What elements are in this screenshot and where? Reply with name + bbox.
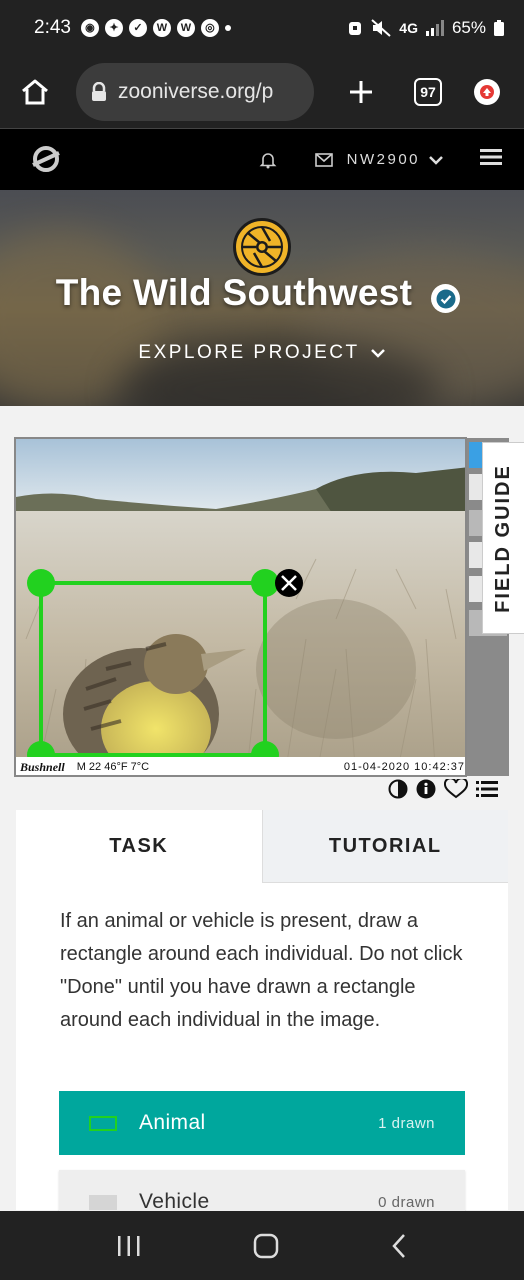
- username: NW2900: [346, 151, 420, 168]
- network-type: 4G: [399, 20, 418, 36]
- home-icon: [22, 79, 48, 105]
- tab-tutorial[interactable]: TUTORIAL: [261, 810, 508, 883]
- browser-toolbar: zooniverse.org/p 97: [0, 56, 524, 128]
- hamburger-menu[interactable]: [480, 149, 502, 170]
- choice-count: 1 drawn: [378, 1114, 435, 1132]
- url-text: zooniverse.org/p: [118, 80, 274, 103]
- task-panel: TASK TUTORIAL If an animal or vehicle is…: [16, 810, 508, 1234]
- url-bar[interactable]: zooniverse.org/p: [76, 63, 314, 121]
- photo-timestamp: 01-04-2020 10:42:37: [343, 761, 465, 773]
- menu-icon: [480, 149, 502, 165]
- battery-percent: 65%: [451, 18, 486, 37]
- site-nav: NW2900: [0, 128, 524, 190]
- update-button[interactable]: [474, 79, 500, 105]
- zooniverse-logo-icon: [32, 145, 60, 172]
- status-bar: 2:43 ◉ ✦ ✓ W W ◎ 4G 65%: [0, 0, 524, 56]
- project-logo[interactable]: [233, 218, 291, 276]
- project-hero: The Wild Southwest EXPLORE PROJECT: [0, 190, 524, 406]
- invert-icon[interactable]: [388, 779, 408, 799]
- signal-icon: [425, 20, 444, 36]
- mail-icon[interactable]: [314, 152, 333, 167]
- status-time: 2:43: [34, 17, 71, 38]
- instagram-icon: ◎: [200, 19, 219, 37]
- zooniverse-logo[interactable]: [30, 143, 64, 177]
- camera-info: M 22 46°F 7°C: [76, 761, 150, 773]
- check-icon: ✓: [128, 19, 147, 37]
- tab-task[interactable]: TASK: [16, 810, 262, 883]
- aperture-icon: [241, 226, 283, 268]
- explore-project-menu[interactable]: EXPLORE PROJECT: [0, 342, 524, 364]
- photo-info-strip: Bushnell M 22 46°F 7°C 01-04-2020 10:42:…: [16, 757, 465, 775]
- collections-list-icon[interactable]: [476, 780, 498, 798]
- webtoon-icon: W: [152, 19, 171, 37]
- messenger-icon: ✦: [104, 19, 123, 37]
- subject-meta-bar: [388, 779, 498, 799]
- lock-icon: [92, 82, 106, 101]
- tab-count: 97: [414, 78, 442, 106]
- home-nav-icon[interactable]: [253, 1233, 279, 1259]
- task-tabs: TASK TUTORIAL: [16, 810, 508, 883]
- discord-icon: ◉: [80, 19, 99, 37]
- choice-count: 0 drawn: [378, 1193, 435, 1211]
- system-nav-bar: [0, 1211, 524, 1280]
- choice-label: Animal: [139, 1111, 206, 1134]
- task-instructions: If an animal or vehicle is present, draw…: [60, 910, 463, 1031]
- recent-apps-icon[interactable]: [116, 1234, 142, 1258]
- field-guide-label: FIELD GUIDE: [492, 463, 515, 613]
- user-menu[interactable]: NW2900: [347, 151, 444, 168]
- battery-icon: [494, 20, 504, 36]
- plus-icon: [350, 81, 372, 103]
- alarm-icon: [349, 22, 362, 35]
- camera-brand: Bushnell: [20, 759, 65, 774]
- rectangle-swatch-icon: [89, 1194, 117, 1210]
- mute-icon: [371, 19, 391, 37]
- heart-icon[interactable]: [444, 779, 468, 799]
- system-icons: 4G 65%: [347, 18, 504, 38]
- chevron-down-icon: [370, 349, 385, 358]
- back-icon[interactable]: [390, 1233, 408, 1259]
- verified-badge-icon: [431, 284, 460, 313]
- home-button[interactable]: [14, 71, 56, 113]
- rectangle-swatch-icon: [89, 1115, 117, 1131]
- chevron-down-icon: [429, 155, 443, 165]
- choice-animal[interactable]: Animal 1 drawn: [59, 1091, 465, 1155]
- notification-icons: ◉ ✦ ✓ W W ◎: [80, 19, 231, 37]
- bell-icon[interactable]: [259, 151, 277, 169]
- webtoon-icon-2: W: [176, 19, 195, 37]
- camera-trap-photo: [16, 439, 465, 775]
- field-guide-tab[interactable]: FIELD GUIDE: [482, 442, 524, 634]
- tabs-button[interactable]: 97: [414, 78, 442, 106]
- explore-project-label: EXPLORE PROJECT: [138, 342, 360, 363]
- info-icon[interactable]: [416, 779, 436, 799]
- new-tab-button[interactable]: [344, 75, 378, 109]
- subject-image[interactable]: Bushnell M 22 46°F 7°C 01-04-2020 10:42:…: [14, 437, 467, 777]
- more-dot-icon: [224, 25, 231, 31]
- update-icon: [474, 79, 500, 105]
